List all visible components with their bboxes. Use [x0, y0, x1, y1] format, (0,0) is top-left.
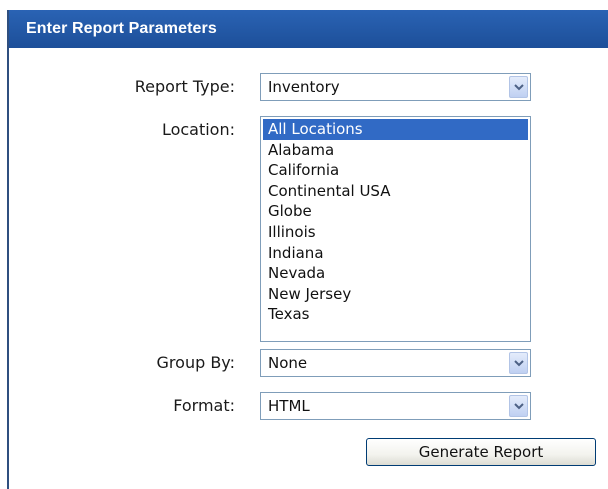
location-listbox[interactable]: All Locations Alabama California Contine…	[260, 116, 531, 342]
report-type-value: Inventory	[268, 78, 340, 96]
location-option[interactable]: New Jersey	[263, 284, 528, 305]
location-option[interactable]: Indiana	[263, 243, 528, 264]
format-value: HTML	[268, 397, 310, 415]
group-by-select[interactable]: None	[260, 349, 531, 377]
location-option[interactable]: Continental USA	[263, 181, 528, 202]
location-option[interactable]: Globe	[263, 201, 528, 222]
group-by-value: None	[268, 354, 308, 372]
chevron-down-icon[interactable]	[509, 76, 528, 98]
report-type-select[interactable]: Inventory	[260, 73, 531, 101]
generate-report-button[interactable]: Generate Report	[366, 438, 596, 466]
location-option[interactable]: Nevada	[263, 263, 528, 284]
chevron-down-icon[interactable]	[509, 395, 528, 417]
report-type-label: Report Type:	[134, 77, 235, 96]
group-by-label: Group By:	[156, 353, 235, 372]
report-parameters-panel: Enter Report Parameters Report Type: Inv…	[7, 10, 608, 489]
location-option[interactable]: Alabama	[263, 140, 528, 161]
location-option[interactable]: California	[263, 160, 528, 181]
location-label: Location:	[161, 120, 235, 139]
location-option[interactable]: All Locations	[263, 119, 528, 140]
chevron-down-icon[interactable]	[509, 352, 528, 374]
format-select[interactable]: HTML	[260, 392, 531, 420]
panel-title: Enter Report Parameters	[9, 10, 608, 48]
location-option[interactable]: Texas	[263, 304, 528, 325]
format-label: Format:	[173, 396, 235, 415]
location-option[interactable]: Illinois	[263, 222, 528, 243]
